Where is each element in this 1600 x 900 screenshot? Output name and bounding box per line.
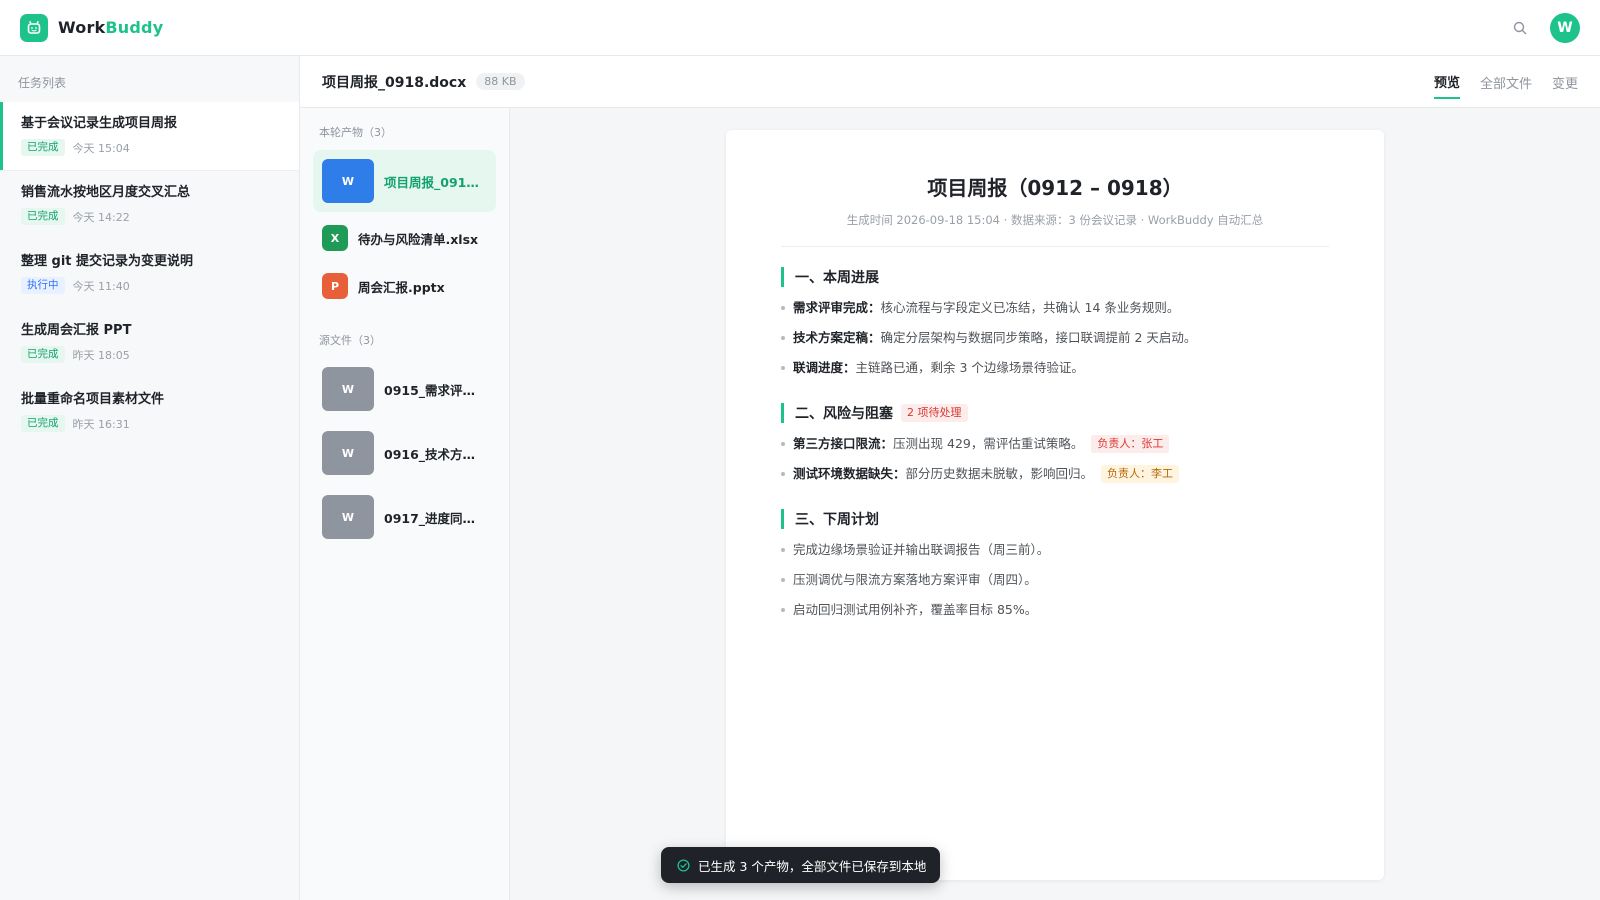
file-name: 待办与风险清单.xlsx — [358, 231, 479, 247]
word-file-icon: W — [322, 159, 374, 203]
file-item[interactable]: W 0917_进度同步.... — [313, 486, 496, 548]
owner-tag: 负责人：李工 — [1101, 465, 1180, 483]
word-file-icon: W — [322, 367, 374, 411]
task-list-title: 任务列表 — [18, 76, 67, 90]
excel-file-icon: X — [322, 225, 348, 251]
file-name: 0915_需求评审.... — [384, 382, 487, 398]
file-item[interactable]: W 项目周报_0918.... — [313, 150, 496, 212]
file-header: 项目周报_0918.docx 88 KB 预览 全部文件 变更 — [300, 56, 1600, 108]
status-badge: 执行中 — [21, 277, 65, 294]
status-badge: 已完成 — [21, 139, 65, 156]
word-file-icon: W — [322, 495, 374, 539]
item-text: 主链路已通，剩余 3 个边缘场景待验证。 — [855, 360, 1084, 375]
list-item: 联调进度： 主链路已通，剩余 3 个边缘场景待验证。 — [781, 353, 1329, 383]
user-avatar[interactable]: W — [1550, 13, 1580, 43]
status-badge: 已完成 — [21, 415, 65, 432]
item-label: 技术方案定稿： — [793, 330, 881, 345]
section-risks: 二、风险与阻塞 2 项待处理 第三方接口限流： 压测出现 429，需评估重试策略。负… — [781, 403, 1329, 489]
task-title: 销售流水按地区月度交叉汇总 — [21, 185, 191, 200]
item-label: 测试环境数据缺失： — [793, 466, 906, 481]
toast-text: 已生成 3 个产物，全部文件已保存到本地 — [698, 858, 927, 874]
check-circle-icon — [677, 858, 690, 872]
task-item[interactable]: 批量重命名项目素材文件 已完成 昨天 16:31 — [0, 378, 299, 447]
section-heading-text: 二、风险与阻塞 — [795, 406, 893, 422]
file-name: 项目周报_0918.... — [384, 174, 487, 190]
app-logo[interactable]: WorkBuddy — [20, 13, 163, 42]
task-title: 批量重命名项目素材文件 — [21, 392, 165, 407]
section-heading: 一、本周进展 — [781, 267, 1329, 287]
file-size-badge: 88 KB — [476, 73, 525, 90]
item-label: 需求评审完成： — [793, 300, 881, 315]
file-item[interactable]: X 待办与风险清单.xlsx — [313, 214, 496, 262]
robot-icon — [20, 13, 48, 42]
word-file-icon: W — [322, 431, 374, 475]
view-tabs: 预览 全部文件 变更 — [1414, 56, 1578, 108]
task-time: 昨天 16:31 — [72, 417, 130, 431]
section-progress: 一、本周进展 需求评审完成： 核心流程与字段定义已冻结，共确认 14 条业务规则。… — [781, 267, 1329, 383]
item-text: 确定分层架构与数据同步策略，接口联调提前 2 天启动。 — [880, 330, 1197, 345]
file-name: 周会汇报.pptx — [358, 279, 445, 295]
task-item[interactable]: 整理 git 提交记录为变更说明 执行中 今天 11:40 — [0, 240, 299, 309]
section-heading: 三、下周计划 — [781, 509, 1329, 529]
toast-notification: 已生成 3 个产物，全部文件已保存到本地 — [661, 847, 940, 883]
item-label: 联调进度： — [793, 360, 856, 375]
file-name: 0916_技术方案.... — [384, 446, 487, 462]
document-title: 项目周报（0912 – 0918） — [927, 176, 1183, 200]
file-item[interactable]: W 0915_需求评审.... — [313, 358, 496, 420]
list-item: 启动回归测试用例补齐，覆盖率目标 85%。 — [781, 595, 1329, 625]
item-text: 部分历史数据未脱敏，影响回归。 — [905, 466, 1094, 481]
task-title: 基于会议记录生成项目周报 — [21, 116, 178, 131]
task-item[interactable]: 基于会议记录生成项目周报 已完成 今天 15:04 — [0, 102, 299, 171]
list-item: 技术方案定稿： 确定分层架构与数据同步策略，接口联调提前 2 天启动。 — [781, 323, 1329, 353]
preview-area[interactable]: 项目周报（0912 – 0918） 生成时间 2026-09-18 15:04 … — [510, 108, 1600, 900]
section-heading: 二、风险与阻塞 2 项待处理 — [781, 403, 1329, 423]
current-file-name: 项目周报_0918.docx — [322, 74, 467, 91]
section-next-week: 三、下周计划 完成边缘场景验证并输出联调报告（周三前）。 压测调优与限流方案落地… — [781, 509, 1329, 625]
task-item[interactable]: 销售流水按地区月度交叉汇总 已完成 今天 14:22 — [0, 171, 299, 240]
document-subtitle: 生成时间 2026-09-18 15:04 · 数据来源：3 份会议记录 · W… — [781, 212, 1329, 247]
item-text: 核心流程与字段定义已冻结，共确认 14 条业务规则。 — [880, 300, 1180, 315]
list-item: 需求评审完成： 核心流程与字段定义已冻结，共确认 14 条业务规则。 — [781, 293, 1329, 323]
list-item: 完成边缘场景验证并输出联调报告（周三前）。 — [781, 535, 1329, 565]
sources-section-title: 源文件（3） — [319, 334, 381, 347]
powerpoint-file-icon: P — [322, 273, 348, 299]
brand-name-part1: Work — [58, 18, 106, 37]
top-bar: WorkBuddy W — [0, 0, 1600, 56]
tab-all-files[interactable]: 全部文件 — [1480, 67, 1532, 98]
tab-preview[interactable]: 预览 — [1433, 66, 1460, 99]
outputs-section-title: 本轮产物（3） — [319, 126, 392, 139]
task-sidebar: 任务列表 基于会议记录生成项目周报 已完成 今天 15:04 销售流水按地区月度交… — [0, 56, 300, 900]
task-time: 今天 14:22 — [72, 210, 130, 224]
task-title: 整理 git 提交记录为变更说明 — [21, 254, 194, 269]
brand-name: WorkBuddy — [58, 18, 163, 37]
owner-tag: 负责人：张工 — [1091, 435, 1170, 453]
status-badge: 已完成 — [21, 208, 65, 225]
item-label: 第三方接口限流： — [793, 436, 894, 451]
item-text: 压测出现 429，需评估重试策略。 — [893, 436, 1084, 451]
list-item: 压测调优与限流方案落地方案评审（周四）。 — [781, 565, 1329, 595]
task-time: 今天 11:40 — [72, 279, 130, 293]
document-page: 项目周报（0912 – 0918） 生成时间 2026-09-18 15:04 … — [726, 130, 1384, 880]
task-item[interactable]: 生成周会汇报 PPT 已完成 昨天 18:05 — [0, 309, 299, 378]
task-title: 生成周会汇报 PPT — [21, 323, 132, 338]
search-button[interactable] — [1508, 16, 1532, 40]
status-badge: 已完成 — [21, 346, 65, 363]
file-item[interactable]: P 周会汇报.pptx — [313, 262, 496, 310]
brand-name-part2: Buddy — [105, 18, 164, 37]
search-icon — [1513, 21, 1527, 35]
list-item: 测试环境数据缺失： 部分历史数据未脱敏，影响回归。 负责人：李工 — [781, 459, 1329, 489]
task-time: 今天 15:04 — [72, 141, 130, 155]
tab-changes[interactable]: 变更 — [1552, 67, 1578, 98]
list-item: 第三方接口限流： 压测出现 429，需评估重试策略。 负责人：张工 — [781, 429, 1329, 459]
file-name: 0917_进度同步.... — [384, 510, 487, 526]
file-item[interactable]: W 0916_技术方案.... — [313, 422, 496, 484]
files-panel: 本轮产物（3） W 项目周报_0918.... X 待办与风险清单.xlsx P… — [300, 108, 510, 900]
task-time: 昨天 18:05 — [72, 348, 130, 362]
pending-count-tag: 2 项待处理 — [901, 404, 968, 422]
